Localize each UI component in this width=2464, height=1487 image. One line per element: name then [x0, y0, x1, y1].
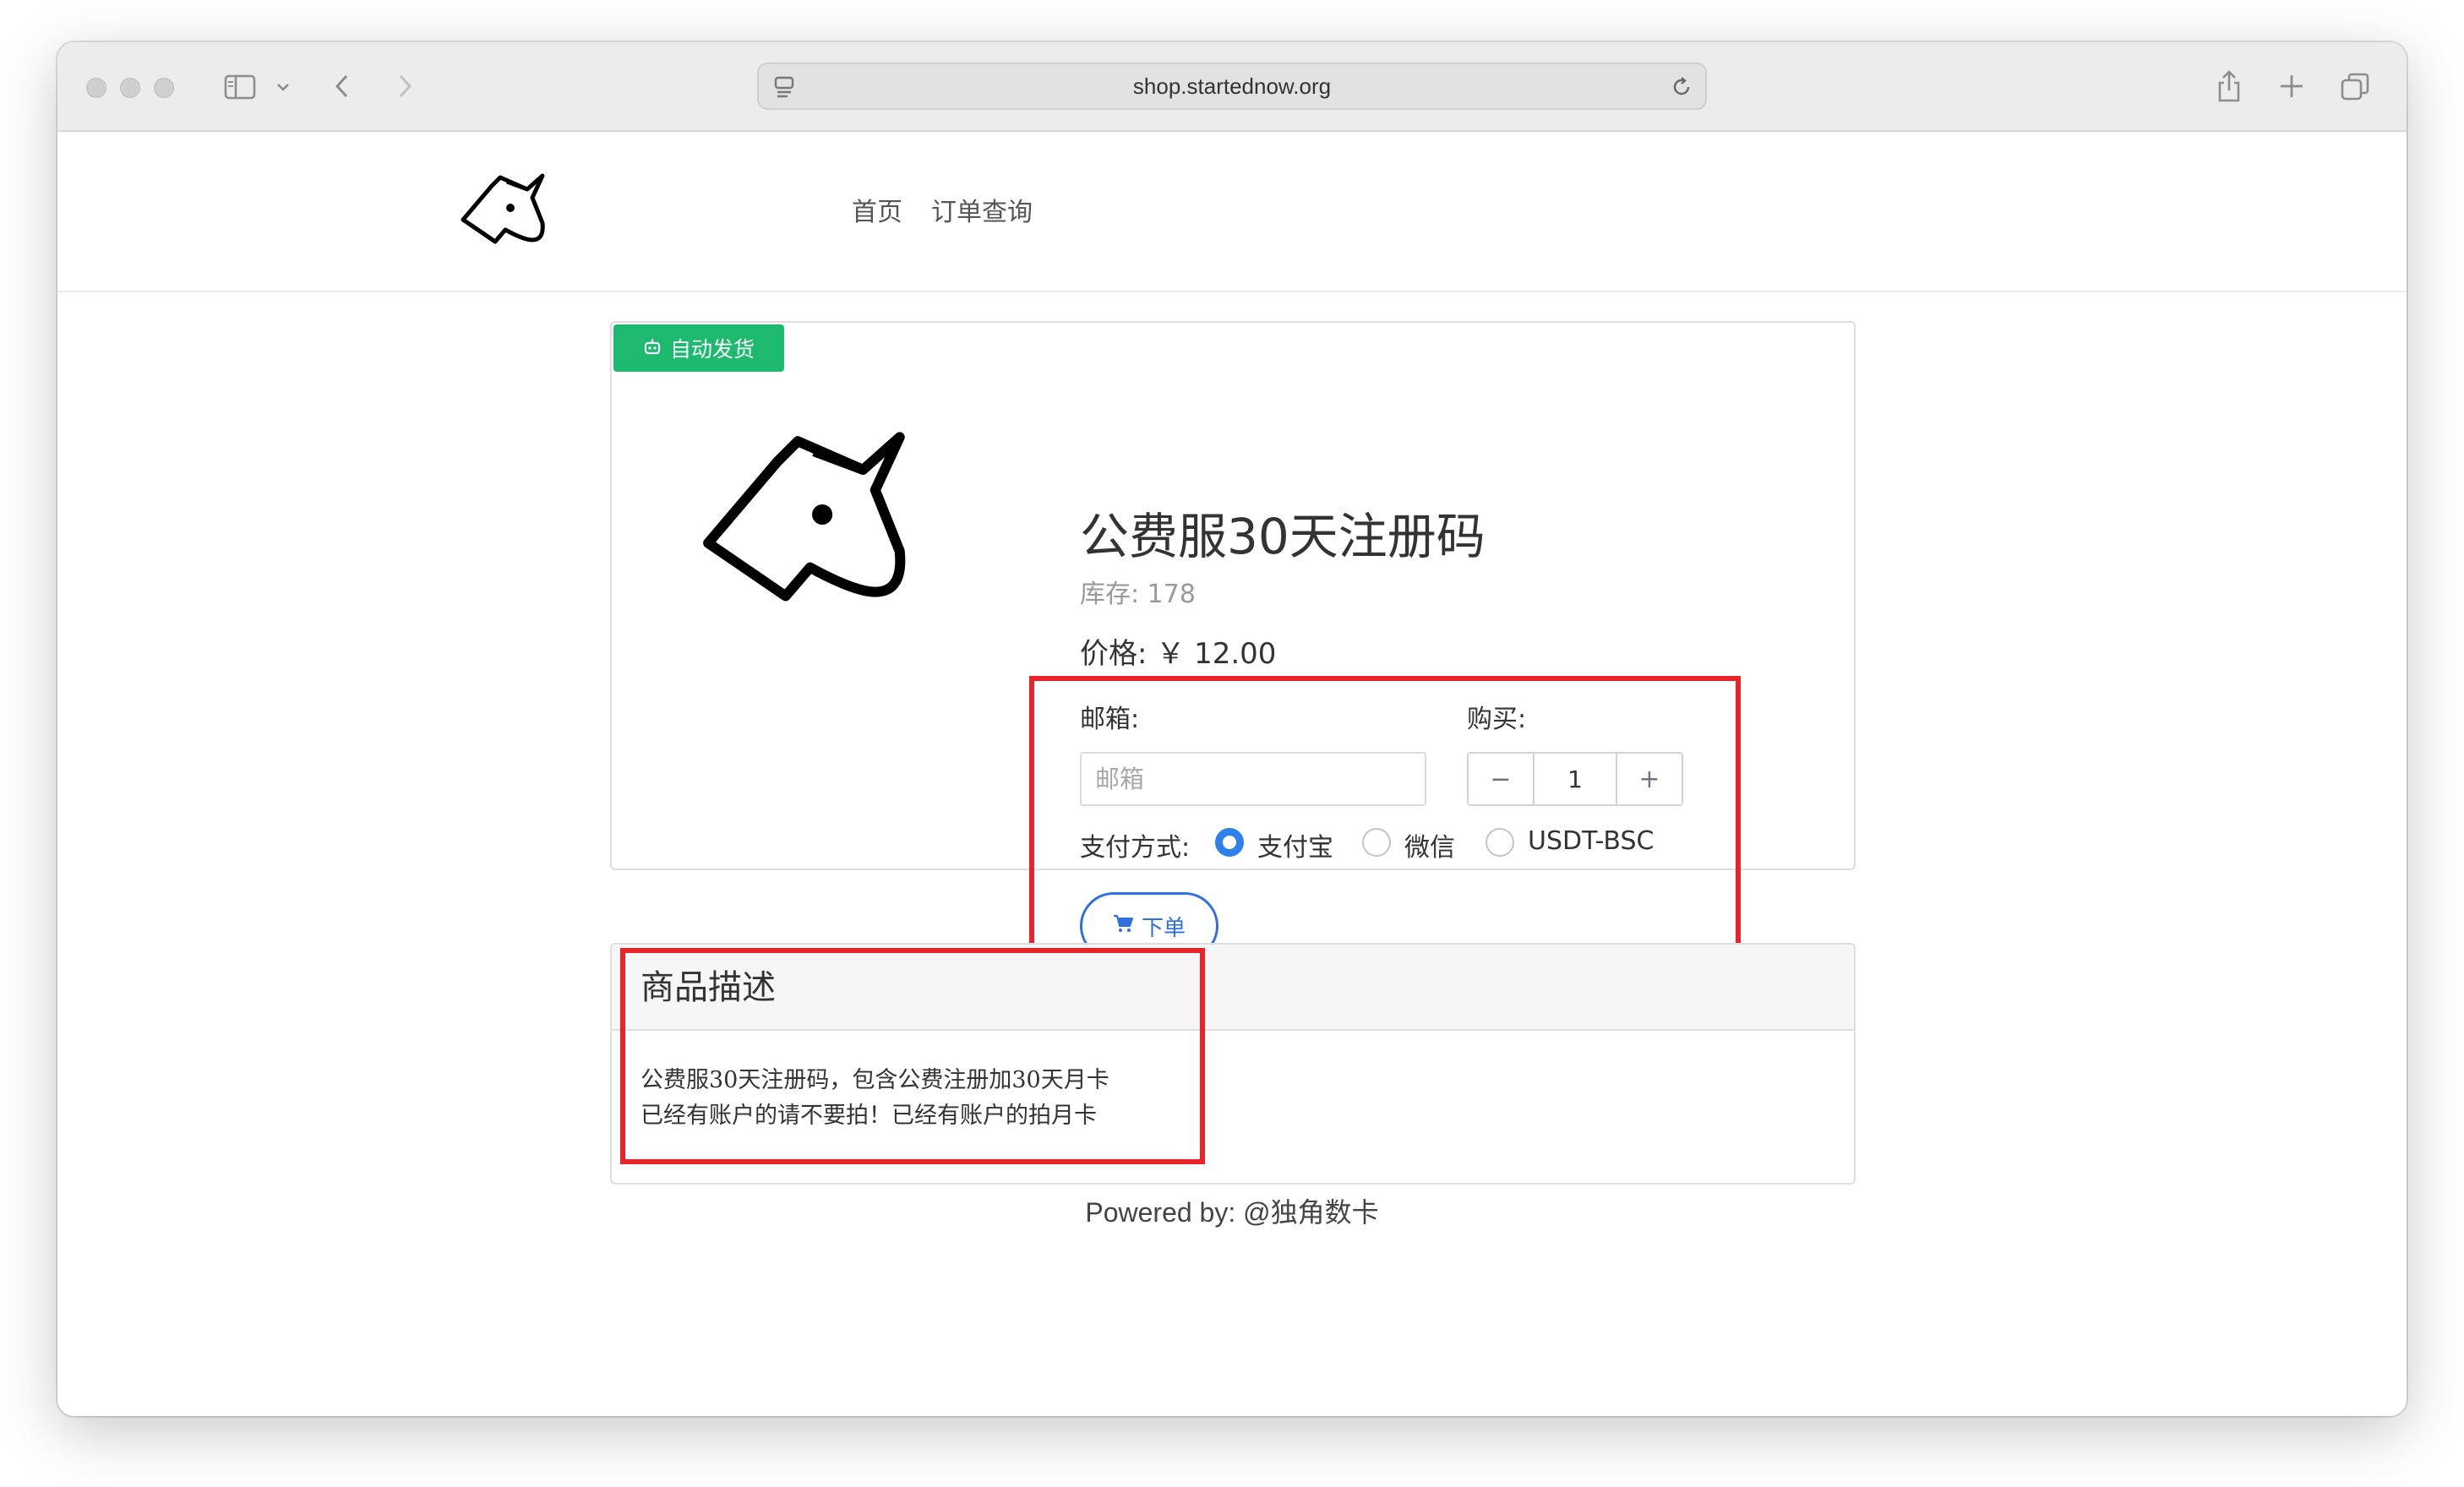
- new-tab-icon[interactable]: [2276, 71, 2307, 101]
- quantity-decrement-button[interactable]: −: [1469, 754, 1535, 804]
- product-unicorn-image: [688, 416, 916, 613]
- price-row: 价格: ￥ 12.00: [1080, 630, 1276, 672]
- payment-radio-usdt[interactable]: [1485, 828, 1514, 857]
- auto-delivery-badge: 自动发货: [613, 324, 784, 372]
- payment-option-wechat[interactable]: 微信: [1404, 826, 1455, 863]
- payment-radio-wechat[interactable]: [1362, 828, 1391, 857]
- email-label: 邮箱:: [1080, 705, 1140, 734]
- site-navbar: 首页 订单查询: [57, 132, 2407, 292]
- unicorn-logo-icon[interactable]: [455, 167, 549, 248]
- email-input[interactable]: [1080, 752, 1426, 806]
- stock-row: 库存: 178: [1080, 573, 1196, 610]
- nav-link-home[interactable]: 首页: [852, 191, 902, 228]
- robot-icon: [643, 336, 662, 361]
- quantity-label: 购买:: [1467, 705, 1527, 734]
- badge-label: 自动发货: [669, 337, 755, 362]
- chevron-down-icon[interactable]: [274, 78, 292, 96]
- tab-overview-icon[interactable]: [2339, 71, 2371, 103]
- quantity-value[interactable]: 1: [1535, 754, 1616, 804]
- payment-option-usdt[interactable]: USDT-BSC: [1528, 826, 1654, 856]
- footer-powered-by: Powered by: @独角数卡: [1085, 1197, 1379, 1228]
- window-close-button[interactable]: [86, 78, 106, 98]
- payment-method-label: 支付方式:: [1080, 833, 1191, 863]
- stock-value: 178: [1147, 580, 1196, 609]
- window-zoom-button[interactable]: [154, 78, 174, 98]
- browser-toolbar: shop.startednow.org: [57, 42, 2407, 132]
- payment-option-alipay[interactable]: 支付宝: [1257, 826, 1333, 863]
- stock-label: 库存:: [1080, 580, 1140, 609]
- cart-icon: [1113, 913, 1133, 939]
- url-text: shop.startednow.org: [1132, 73, 1332, 99]
- price-value: ￥ 12.00: [1156, 637, 1277, 671]
- quantity-increment-button[interactable]: +: [1616, 754, 1682, 804]
- product-title: 公费服30天注册码: [1080, 508, 1485, 565]
- nav-link-order-query[interactable]: 订单查询: [931, 191, 1033, 228]
- forward-arrow-icon[interactable]: [392, 71, 417, 101]
- place-order-label: 下单: [1141, 915, 1186, 941]
- address-bar[interactable]: shop.startednow.org: [757, 63, 1707, 110]
- quantity-stepper: − 1 +: [1467, 752, 1683, 806]
- share-icon[interactable]: [2214, 68, 2244, 105]
- highlight-box-description: [620, 948, 1205, 1164]
- sidebar-icon[interactable]: [223, 73, 257, 101]
- reload-icon[interactable]: [1668, 74, 1695, 100]
- price-label: 价格:: [1080, 637, 1148, 671]
- payment-radio-alipay[interactable]: [1215, 828, 1244, 857]
- browser-window: shop.startednow.org 首页 订单查询 自动发货 公费服30天注…: [57, 42, 2407, 1416]
- web-page: 首页 订单查询 自动发货 公费服30天注册码 库存: 178 价格: ￥ 12.…: [57, 132, 2407, 1416]
- window-minimize-button[interactable]: [120, 78, 140, 98]
- back-arrow-icon[interactable]: [330, 71, 355, 101]
